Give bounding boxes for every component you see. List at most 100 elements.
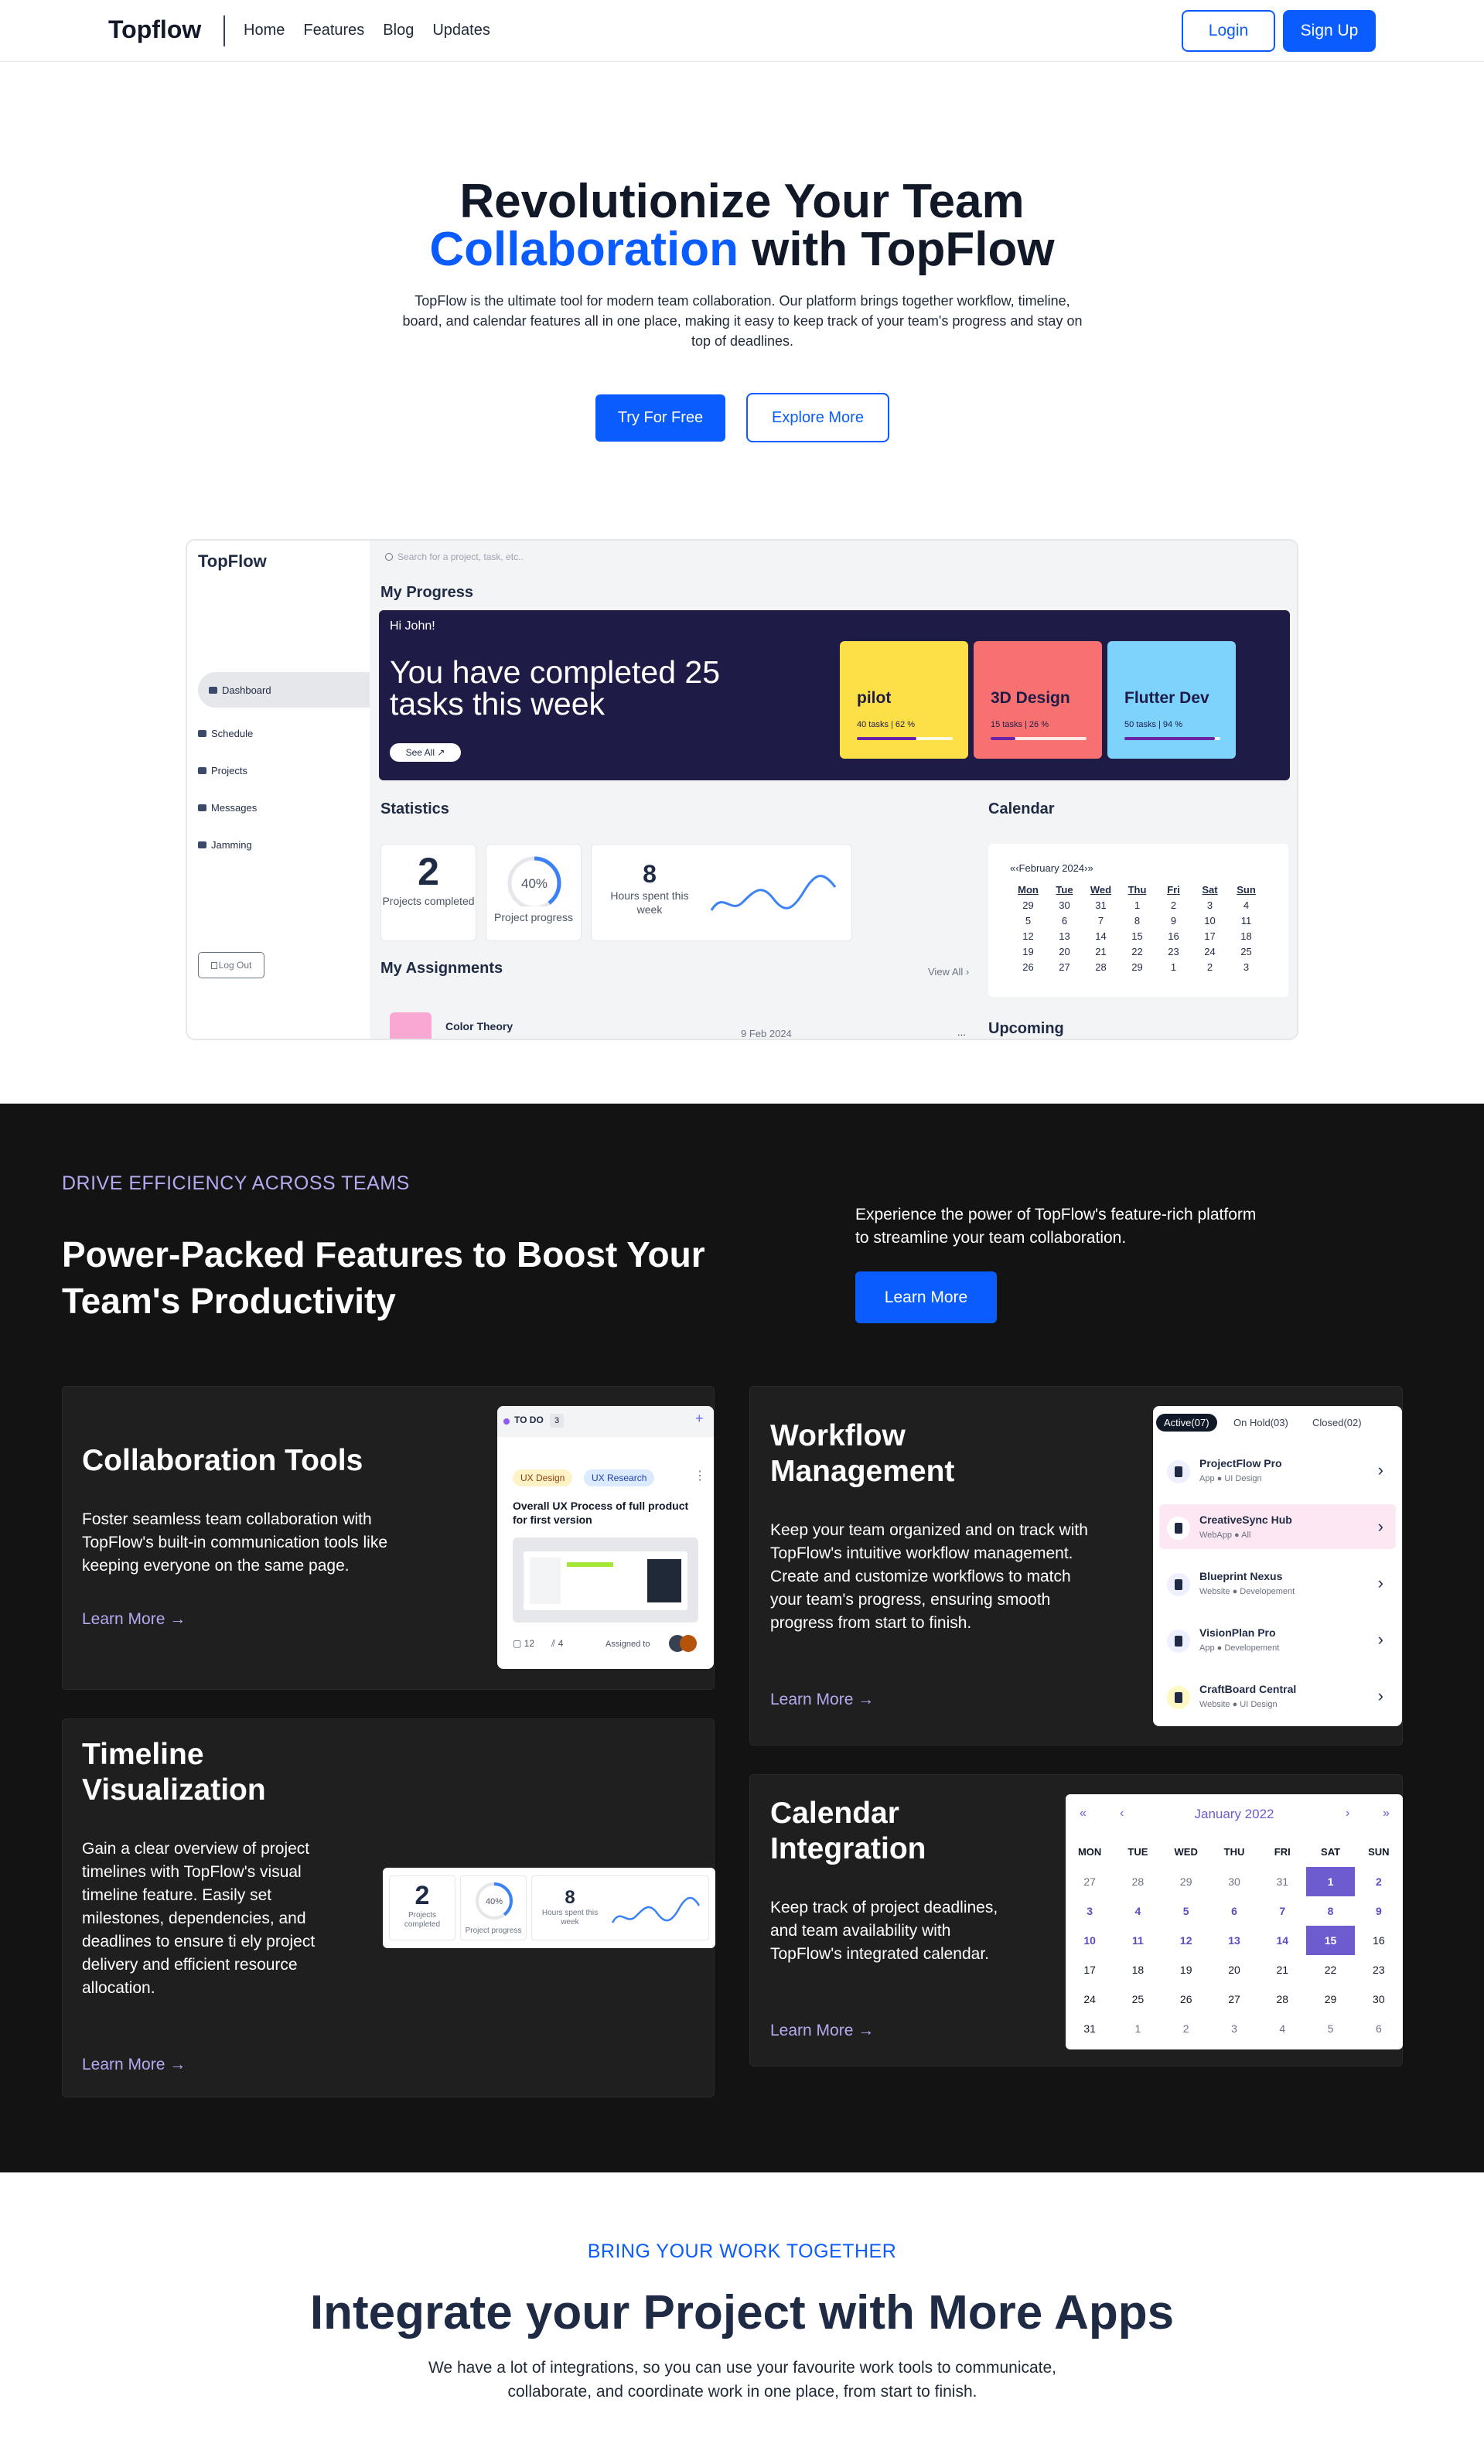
tab-active[interactable]: Active(07) — [1156, 1414, 1217, 1432]
calendar-day[interactable]: 13 — [1210, 1926, 1258, 1955]
task-title[interactable]: Overall UX Process of full product for f… — [513, 1499, 698, 1527]
sidebar-item-messages[interactable]: Messages — [198, 802, 257, 814]
calendar-day[interactable]: 27 — [1066, 1867, 1114, 1896]
sidebar-item-schedule[interactable]: Schedule — [198, 728, 253, 739]
calendar-day[interactable]: 4 — [1114, 1896, 1162, 1926]
calendar-day[interactable]: 28 — [1083, 960, 1119, 975]
try-for-free-button[interactable]: Try For Free — [595, 394, 725, 442]
calendar-day[interactable]: 22 — [1306, 1955, 1354, 1985]
calendar-day[interactable]: 28 — [1258, 1985, 1306, 2014]
calendar-day[interactable]: 24 — [1066, 1985, 1114, 2014]
calendar-day[interactable]: 19 — [1162, 1955, 1210, 1985]
calendar-day[interactable]: 19 — [1010, 944, 1046, 960]
calendar-day[interactable]: 4 — [1258, 2014, 1306, 2043]
calendar-day[interactable]: 22 — [1119, 944, 1155, 960]
calendar-day[interactable]: 27 — [1046, 960, 1083, 975]
calendar-day[interactable]: 5 — [1010, 913, 1046, 929]
assignment-name[interactable]: Color Theory — [445, 1020, 513, 1032]
calendar-day[interactable]: 29 — [1010, 898, 1046, 913]
calendar-day[interactable]: 1 — [1119, 898, 1155, 913]
feature-learn-more-link[interactable]: Learn More → — [770, 1691, 874, 1709]
calendar-day[interactable]: 20 — [1210, 1955, 1258, 1985]
calendar-day[interactable]: 15 — [1306, 1926, 1355, 1955]
calendar-day[interactable]: 14 — [1258, 1926, 1306, 1955]
view-all-link[interactable]: View All › — [928, 966, 969, 978]
calendar-day[interactable]: 23 — [1155, 944, 1192, 960]
sidebar-item-dashboard[interactable]: Dashboard — [198, 672, 370, 708]
calendar-day[interactable]: 2 — [1162, 2014, 1210, 2043]
dashboard-search-input[interactable]: Search for a project, task, etc.. — [385, 551, 524, 562]
project-card-pilot[interactable]: pilot 40 tasks | 62 % — [840, 641, 968, 759]
calendar-day[interactable]: 31 — [1066, 2014, 1114, 2043]
calendar-day[interactable]: 11 — [1228, 913, 1264, 929]
nav-link-blog[interactable]: Blog — [383, 22, 414, 39]
feature-learn-more-link[interactable]: Learn More → — [770, 2022, 874, 2040]
calendar-day[interactable]: 1 — [1155, 960, 1192, 975]
calendar-day[interactable]: 2 — [1355, 1867, 1403, 1896]
feature-learn-more-link[interactable]: Learn More → — [82, 2056, 186, 2074]
project-card-flutter-dev[interactable]: Flutter Dev 50 tasks | 94 % — [1107, 641, 1236, 759]
calendar-day[interactable]: 25 — [1228, 944, 1264, 960]
calendar-day[interactable]: 23 — [1355, 1955, 1403, 1985]
calendar-day[interactable]: 11 — [1114, 1926, 1162, 1955]
calendar-day[interactable]: 14 — [1083, 929, 1119, 944]
feature-learn-more-link[interactable]: Learn More → — [82, 1610, 186, 1629]
explore-more-button[interactable]: Explore More — [746, 393, 889, 442]
calendar-day[interactable]: 12 — [1162, 1926, 1210, 1955]
calendar-day[interactable]: 31 — [1083, 898, 1119, 913]
login-button[interactable]: Login — [1182, 10, 1275, 52]
last-month-button[interactable]: » — [1383, 1807, 1390, 1821]
learn-more-button[interactable]: Learn More — [855, 1271, 997, 1323]
calendar-day[interactable]: 21 — [1083, 944, 1119, 960]
calendar-day[interactable]: 7 — [1083, 913, 1119, 929]
calendar-day[interactable]: 21 — [1258, 1955, 1306, 1985]
workflow-item[interactable]: VisionPlan Pro App ● Developement › — [1159, 1617, 1396, 1662]
calendar-day[interactable]: 28 — [1114, 1867, 1162, 1896]
calendar-day[interactable]: 26 — [1010, 960, 1046, 975]
calendar-day[interactable]: 3 — [1228, 960, 1264, 975]
calendar-day[interactable]: 6 — [1210, 1896, 1258, 1926]
calendar-month-nav[interactable]: «‹February 2024›» — [1010, 862, 1093, 874]
calendar-day[interactable]: 30 — [1355, 1985, 1403, 2014]
calendar-day[interactable]: 27 — [1210, 1985, 1258, 2014]
calendar-day[interactable]: 31 — [1258, 1867, 1306, 1896]
calendar-day[interactable]: 30 — [1046, 898, 1083, 913]
see-all-button[interactable]: See All ↗ — [390, 743, 461, 762]
nav-link-updates[interactable]: Updates — [432, 22, 490, 39]
nav-link-features[interactable]: Features — [303, 22, 364, 39]
workflow-item[interactable]: CreativeSync Hub WebApp ● All › — [1159, 1504, 1396, 1549]
workflow-item[interactable]: ProjectFlow Pro App ● UI Design › — [1159, 1448, 1396, 1493]
assignment-more-icon[interactable]: ... — [957, 1026, 966, 1038]
calendar-day[interactable]: 26 — [1162, 1985, 1210, 2014]
calendar-day[interactable]: 2 — [1192, 960, 1228, 975]
calendar-day[interactable]: 17 — [1066, 1955, 1114, 1985]
brand-logo[interactable]: Topflow — [108, 15, 201, 44]
calendar-day[interactable]: 10 — [1066, 1926, 1114, 1955]
calendar-day[interactable]: 16 — [1355, 1926, 1403, 1955]
more-vertical-icon[interactable]: ⋮ — [694, 1468, 706, 1483]
calendar-day[interactable]: 17 — [1192, 929, 1228, 944]
calendar-day[interactable]: 4 — [1228, 898, 1264, 913]
calendar-day[interactable]: 25 — [1114, 1985, 1162, 2014]
calendar-day[interactable]: 30 — [1210, 1867, 1258, 1896]
calendar-day[interactable]: 5 — [1162, 1896, 1210, 1926]
calendar-day[interactable]: 29 — [1306, 1985, 1354, 2014]
tab-on-hold[interactable]: On Hold(03) — [1233, 1417, 1288, 1428]
calendar-day[interactable]: 9 — [1355, 1896, 1403, 1926]
calendar-day[interactable]: 15 — [1119, 929, 1155, 944]
calendar-day[interactable]: 3 — [1192, 898, 1228, 913]
calendar-day[interactable]: 13 — [1046, 929, 1083, 944]
calendar-day[interactable]: 24 — [1192, 944, 1228, 960]
next-month-button[interactable]: › — [1346, 1807, 1349, 1821]
sidebar-item-jamming[interactable]: Jamming — [198, 839, 252, 851]
calendar-day[interactable]: 10 — [1192, 913, 1228, 929]
calendar-day[interactable]: 8 — [1119, 913, 1155, 929]
calendar-day[interactable]: 9 — [1155, 913, 1192, 929]
calendar-day[interactable]: 3 — [1066, 1896, 1114, 1926]
calendar-day[interactable]: 2 — [1155, 898, 1192, 913]
signup-button[interactable]: Sign Up — [1283, 10, 1376, 52]
sidebar-item-projects[interactable]: Projects — [198, 765, 247, 776]
calendar-day[interactable]: 29 — [1162, 1867, 1210, 1896]
calendar-day[interactable]: 6 — [1046, 913, 1083, 929]
workflow-item[interactable]: Blueprint Nexus Website ● Developement › — [1159, 1561, 1396, 1606]
